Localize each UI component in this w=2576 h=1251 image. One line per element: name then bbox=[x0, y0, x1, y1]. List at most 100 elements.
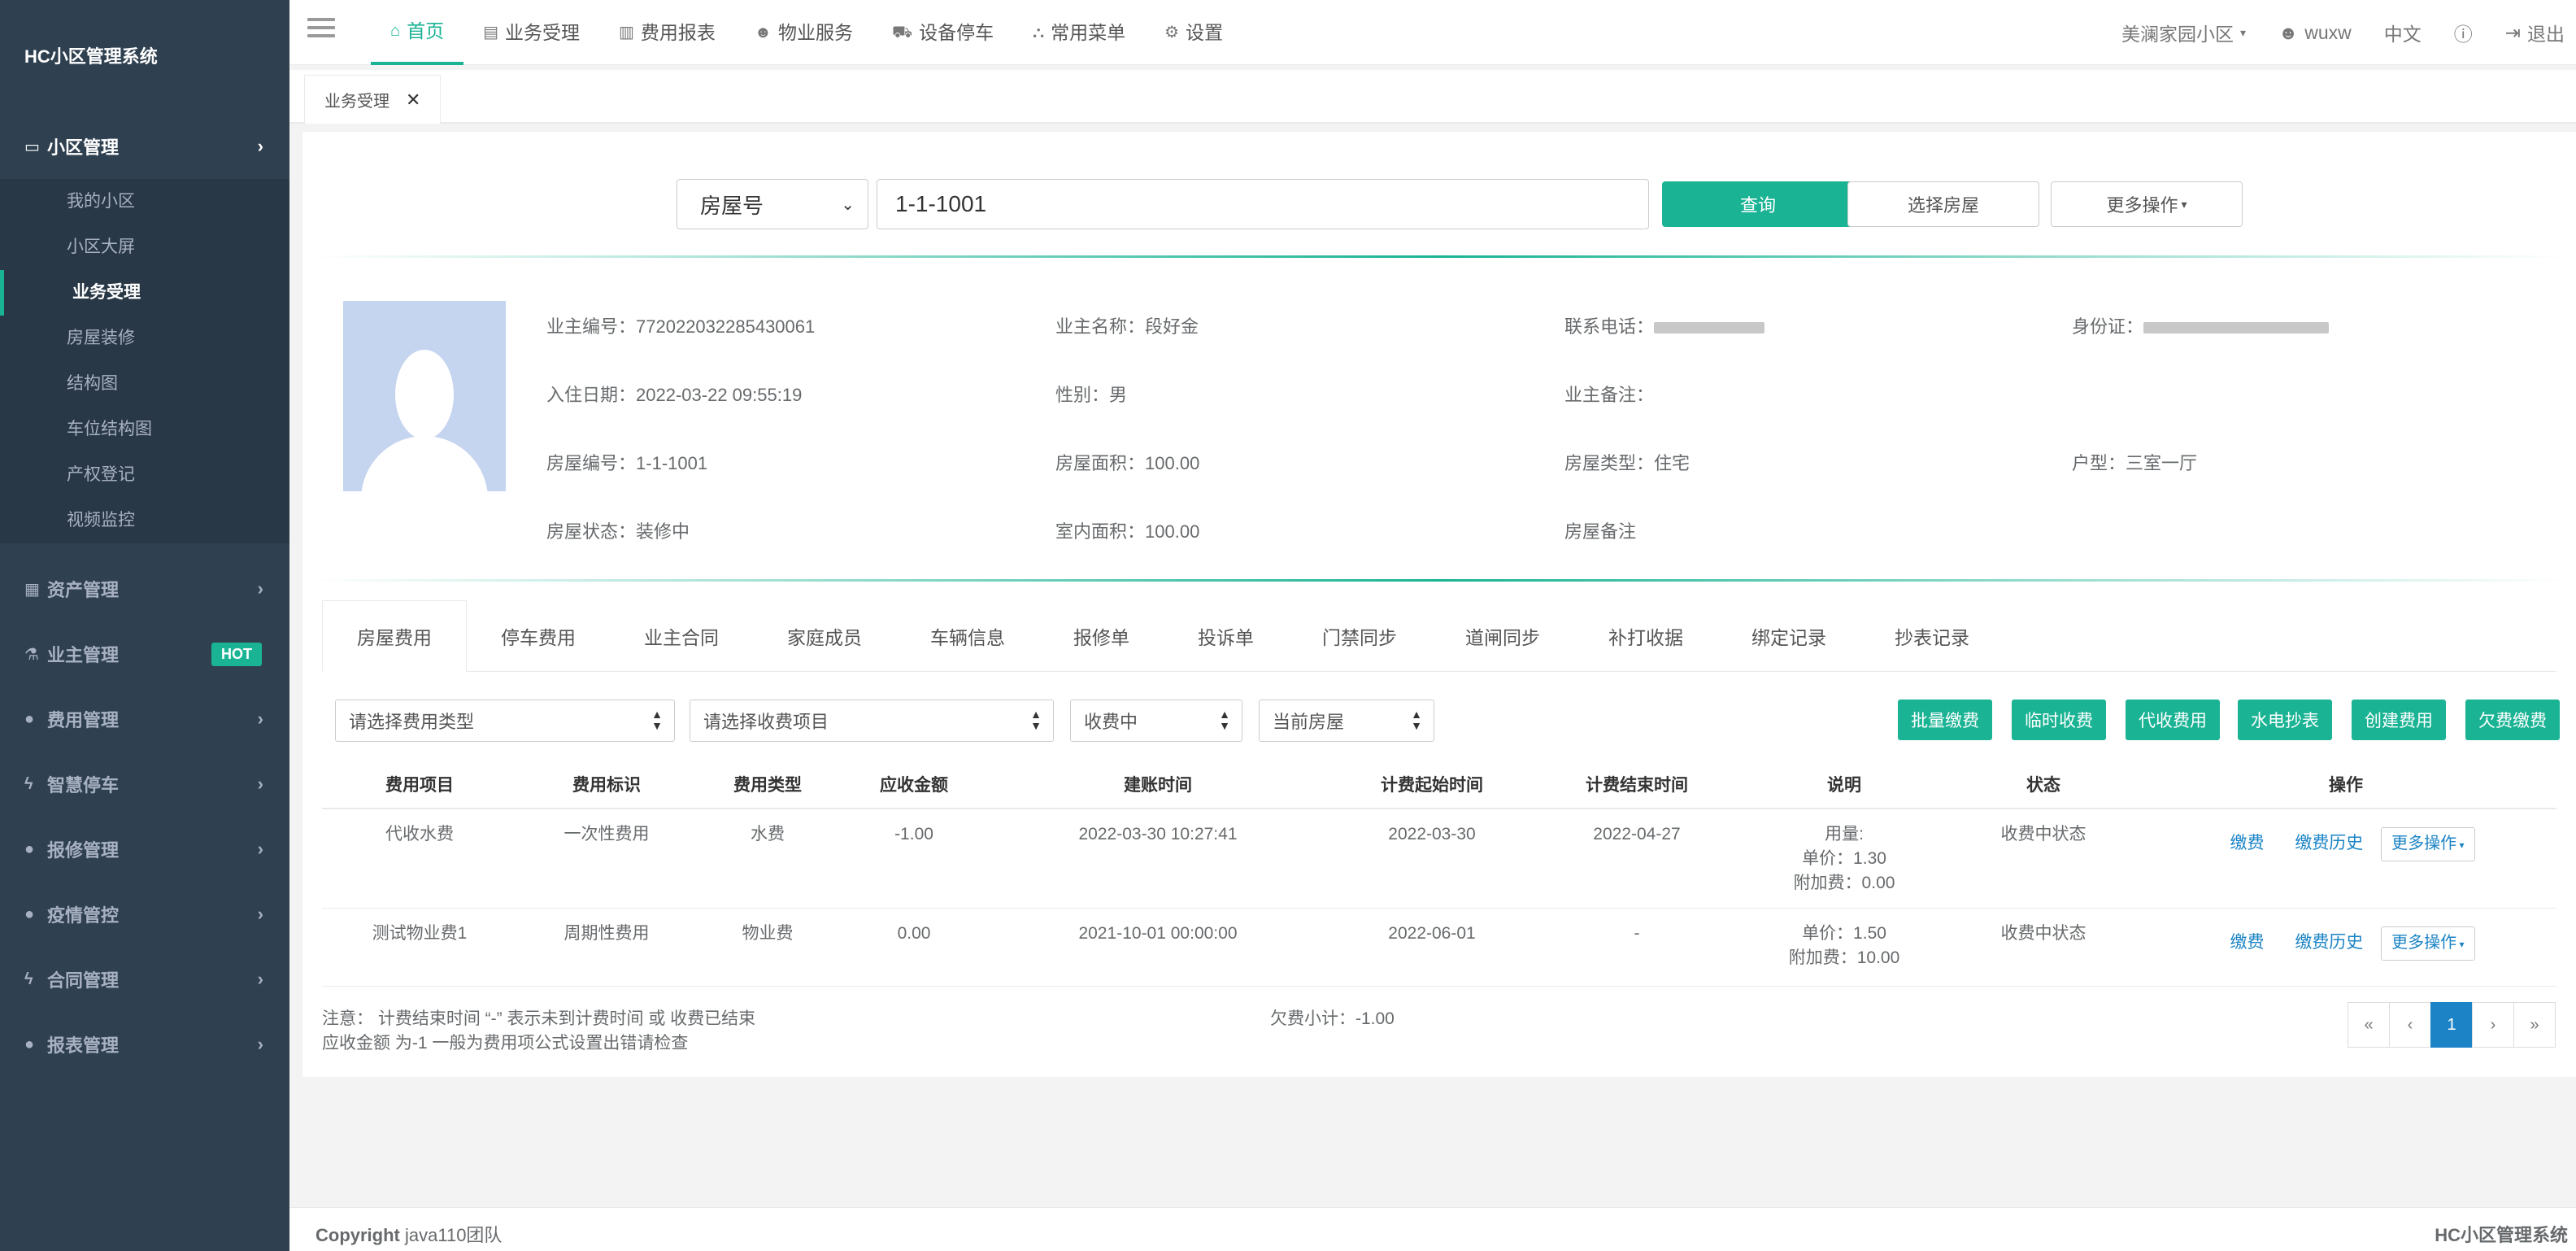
nav-parking[interactable]: ϟ 智慧停车 › bbox=[0, 752, 289, 817]
sidebar-item-property-rights[interactable]: 产权登记 bbox=[0, 452, 289, 498]
page-first[interactable]: « bbox=[2348, 1002, 2390, 1048]
cell-start: 2022-06-01 bbox=[1327, 908, 1537, 987]
detail-tabs: 房屋费用 停车费用 业主合同 家庭成员 车辆信息 报修单 投诉单 门禁同步 道闸… bbox=[322, 600, 2556, 672]
sidebar-item-business[interactable]: 业务受理 bbox=[0, 270, 289, 316]
meter-reading-button[interactable]: 水电抄表 bbox=[2238, 700, 2332, 740]
row-more-button[interactable]: 更多操作 ▾ bbox=[2381, 827, 2475, 861]
create-fee-button[interactable]: 创建费用 bbox=[2352, 700, 2446, 740]
tab-family-members[interactable]: 家庭成员 bbox=[753, 600, 896, 672]
query-button[interactable]: 查询 bbox=[1662, 181, 1854, 227]
topnav-business[interactable]: ▤ 业务受理 bbox=[463, 0, 599, 65]
tab-parking-fees[interactable]: 停车费用 bbox=[467, 600, 610, 672]
logout-icon: ⇥ bbox=[2504, 21, 2521, 43]
menu-toggle-icon[interactable] bbox=[307, 18, 335, 42]
logout-label: 退出 bbox=[2527, 24, 2565, 45]
hot-badge: HOT bbox=[211, 642, 262, 666]
topnav-fee-report[interactable]: ▥ 费用报表 bbox=[599, 0, 735, 65]
table-header-row: 费用项目 费用标识 费用类型 应收金额 建账时间 计费起始时间 计费结束时间 说… bbox=[322, 760, 2556, 809]
globe-icon: ● bbox=[24, 709, 35, 728]
nav-epidemic[interactable]: ● 疫情管控 › bbox=[0, 882, 289, 947]
cell-flag: 一次性费用 bbox=[517, 809, 696, 909]
community-switcher[interactable]: 美澜家园小区 ▾ bbox=[2121, 19, 2246, 46]
proxy-fee-button[interactable]: 代收费用 bbox=[2126, 700, 2220, 740]
owner-checkin-label: 入住日期： bbox=[546, 385, 637, 405]
fee-scope-select[interactable]: 当前房屋 ▲ ▼ bbox=[1259, 700, 1434, 742]
fee-state-select[interactable]: 收费中 ▲ ▼ bbox=[1070, 700, 1242, 742]
topnav-device-parking[interactable]: ⛟ 设备停车 bbox=[872, 0, 1013, 65]
room-area-value: 100.00 bbox=[1145, 453, 1200, 473]
sidebar-item-my-community[interactable]: 我的小区 bbox=[0, 179, 289, 224]
tab-vehicles[interactable]: 车辆信息 bbox=[896, 600, 1039, 672]
language-switch[interactable]: 中文 bbox=[2384, 19, 2422, 46]
tab-meter-records[interactable]: 抄表记录 bbox=[1860, 600, 2004, 672]
topnav-common-menu[interactable]: ⛬ 常用菜单 bbox=[1013, 0, 1145, 65]
tab-complaints[interactable]: 投诉单 bbox=[1164, 600, 1288, 672]
top-right: 美澜家园小区 ▾ ☻ wuxw 中文 ⓘ ⇥ 退出 bbox=[2121, 0, 2565, 65]
grid-icon: ▦ bbox=[24, 580, 40, 599]
choose-room-button[interactable]: 选择房屋 bbox=[1847, 181, 2039, 227]
nav-repair[interactable]: ● 报修管理 › bbox=[0, 817, 289, 882]
topnav-property-service[interactable]: ☻ 物业服务 bbox=[735, 0, 872, 65]
pay-history-link[interactable]: 缴费历史 bbox=[2295, 933, 2363, 952]
more-actions-button[interactable]: 更多操作 ▾ bbox=[2051, 181, 2243, 227]
desc-line: 单价：1.50 bbox=[1802, 923, 1886, 943]
tab-repairs[interactable]: 报修单 bbox=[1039, 600, 1164, 672]
pay-link[interactable]: 缴费 bbox=[2230, 933, 2264, 952]
page-last[interactable]: » bbox=[2513, 1002, 2556, 1048]
sidebar-item-big-screen[interactable]: 小区大屏 bbox=[0, 224, 289, 270]
tab-owner-contract[interactable]: 业主合同 bbox=[610, 600, 753, 672]
topnav-settings[interactable]: ⚙ 设置 bbox=[1145, 0, 1242, 65]
tab-access-sync[interactable]: 门禁同步 bbox=[1288, 600, 1431, 672]
search-type-select[interactable]: 房屋号 ⌄ bbox=[677, 179, 868, 229]
note-line-1: 注意： 计费结束时间 “-” 表示未到计费时间 或 收费已结束 bbox=[322, 1009, 756, 1028]
page-next[interactable]: › bbox=[2472, 1002, 2514, 1048]
cell-desc: 单价：1.50 附加费：10.00 bbox=[1737, 908, 1952, 987]
sidebar-item-video[interactable]: 视频监控 bbox=[0, 498, 289, 543]
tab-room-fees[interactable]: 房屋费用 bbox=[322, 600, 467, 672]
room-number: 房屋编号：1-1-1001 bbox=[546, 449, 707, 475]
logout-link[interactable]: ⇥ 退出 bbox=[2505, 19, 2565, 46]
topnav-settings-label: 设置 bbox=[1186, 22, 1224, 43]
nav-contract[interactable]: ϟ 合同管理 › bbox=[0, 947, 289, 1012]
owner-checkin: 入住日期：2022-03-22 09:55:19 bbox=[546, 381, 802, 407]
pay-link[interactable]: 缴费 bbox=[2230, 834, 2264, 852]
nav-contract-label: 合同管理 bbox=[47, 970, 120, 991]
page-prev[interactable]: ‹ bbox=[2389, 1002, 2431, 1048]
nav-assets[interactable]: ▦ 资产管理 › bbox=[0, 556, 289, 621]
sidebar-item-structure[interactable]: 结构图 bbox=[0, 361, 289, 407]
nav-community[interactable]: ▭ 小区管理 › bbox=[0, 114, 289, 179]
tab-reprint-receipt[interactable]: 补打收据 bbox=[1574, 600, 1717, 672]
nav-fees[interactable]: ● 费用管理 › bbox=[0, 687, 289, 752]
page-current[interactable]: 1 bbox=[2430, 1002, 2473, 1048]
topnav-home[interactable]: ⌂ 首页 bbox=[371, 0, 464, 65]
topnav-property-service-label: 物业服务 bbox=[777, 22, 853, 43]
owner-name-value: 段好金 bbox=[1145, 316, 1199, 337]
nav-owners[interactable]: ⚗ 业主管理 HOT bbox=[0, 621, 289, 687]
arrears-pay-button[interactable]: 欠费缴费 bbox=[2465, 700, 2560, 740]
search-input[interactable]: 1-1-1001 bbox=[877, 179, 1649, 229]
user-menu[interactable]: ☻ wuxw bbox=[2278, 22, 2352, 44]
sidebar-item-parking-structure[interactable]: 车位结构图 bbox=[0, 407, 289, 452]
page-tab-business[interactable]: 业务受理 ✕ bbox=[304, 75, 442, 124]
pay-history-link[interactable]: 缴费历史 bbox=[2295, 834, 2363, 852]
caret-down-icon: ▾ bbox=[2456, 839, 2465, 851]
help-icon[interactable]: ⓘ bbox=[2454, 19, 2473, 46]
cell-amount: 0.00 bbox=[839, 908, 989, 987]
room-status-value: 装修中 bbox=[636, 521, 690, 542]
fee-item-select[interactable]: 请选择收费项目 ▲ ▼ bbox=[690, 700, 1054, 742]
updown-icon: ▲ ▼ bbox=[1411, 708, 1422, 732]
tab-binding-records[interactable]: 绑定记录 bbox=[1717, 600, 1860, 672]
nav-reports[interactable]: ● 报表管理 › bbox=[0, 1012, 289, 1077]
room-type-value: 住宅 bbox=[1654, 453, 1690, 473]
close-icon[interactable]: ✕ bbox=[406, 89, 420, 111]
fee-type-select[interactable]: 请选择费用类型 ▲ ▼ bbox=[335, 700, 675, 742]
batch-pay-button[interactable]: 批量缴费 bbox=[1898, 700, 1992, 740]
row-more-button[interactable]: 更多操作 ▾ bbox=[2381, 926, 2475, 961]
nav-community-label: 小区管理 bbox=[47, 137, 120, 158]
temp-charge-button[interactable]: 临时收费 bbox=[2012, 700, 2106, 740]
tab-gate-sync[interactable]: 道闸同步 bbox=[1431, 600, 1574, 672]
cell-item: 测试物业费1 bbox=[322, 908, 517, 987]
updown-icon: ▲ ▼ bbox=[1030, 708, 1042, 732]
users-icon: ☻ bbox=[754, 24, 772, 41]
sidebar-item-decoration[interactable]: 房屋装修 bbox=[0, 316, 289, 361]
